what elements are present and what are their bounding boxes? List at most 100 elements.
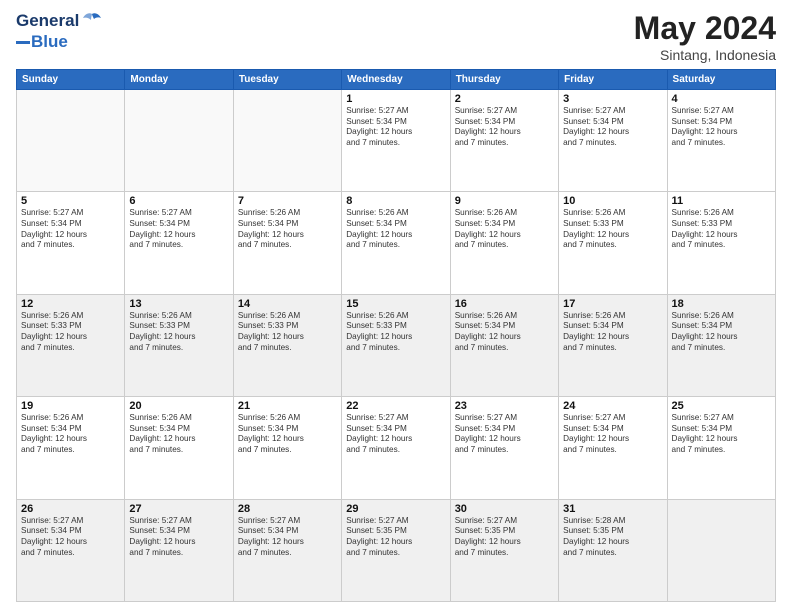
logo-bird-icon (81, 10, 103, 32)
logo-divider (16, 41, 30, 44)
day-number: 9 (455, 195, 554, 207)
day-info: Sunrise: 5:26 AM Sunset: 5:33 PM Dayligh… (346, 311, 445, 354)
day-number: 8 (346, 195, 445, 207)
calendar-cell: 9Sunrise: 5:26 AM Sunset: 5:34 PM Daylig… (450, 192, 558, 294)
day-number: 4 (672, 93, 771, 105)
weekday-header-tuesday: Tuesday (233, 70, 341, 90)
calendar-cell (17, 90, 125, 192)
day-info: Sunrise: 5:27 AM Sunset: 5:34 PM Dayligh… (21, 208, 120, 251)
day-info: Sunrise: 5:27 AM Sunset: 5:35 PM Dayligh… (455, 516, 554, 559)
weekday-header-thursday: Thursday (450, 70, 558, 90)
logo-blue: Blue (31, 32, 68, 52)
calendar-cell: 18Sunrise: 5:26 AM Sunset: 5:34 PM Dayli… (667, 294, 775, 396)
day-number: 17 (563, 298, 662, 310)
day-info: Sunrise: 5:27 AM Sunset: 5:34 PM Dayligh… (21, 516, 120, 559)
day-info: Sunrise: 5:27 AM Sunset: 5:34 PM Dayligh… (129, 516, 228, 559)
day-number: 21 (238, 400, 337, 412)
day-info: Sunrise: 5:26 AM Sunset: 5:34 PM Dayligh… (238, 208, 337, 251)
calendar-cell: 26Sunrise: 5:27 AM Sunset: 5:34 PM Dayli… (17, 499, 125, 601)
calendar-cell: 29Sunrise: 5:27 AM Sunset: 5:35 PM Dayli… (342, 499, 450, 601)
calendar-cell: 7Sunrise: 5:26 AM Sunset: 5:34 PM Daylig… (233, 192, 341, 294)
weekday-header-row: SundayMondayTuesdayWednesdayThursdayFrid… (17, 70, 776, 90)
calendar-cell: 16Sunrise: 5:26 AM Sunset: 5:34 PM Dayli… (450, 294, 558, 396)
calendar-cell: 19Sunrise: 5:26 AM Sunset: 5:34 PM Dayli… (17, 397, 125, 499)
calendar-row-2: 12Sunrise: 5:26 AM Sunset: 5:33 PM Dayli… (17, 294, 776, 396)
day-info: Sunrise: 5:27 AM Sunset: 5:35 PM Dayligh… (346, 516, 445, 559)
calendar-cell: 22Sunrise: 5:27 AM Sunset: 5:34 PM Dayli… (342, 397, 450, 499)
calendar-cell (667, 499, 775, 601)
calendar-cell: 8Sunrise: 5:26 AM Sunset: 5:34 PM Daylig… (342, 192, 450, 294)
main-title: May 2024 (634, 10, 776, 47)
day-info: Sunrise: 5:26 AM Sunset: 5:33 PM Dayligh… (21, 311, 120, 354)
calendar-cell: 5Sunrise: 5:27 AM Sunset: 5:34 PM Daylig… (17, 192, 125, 294)
calendar-cell: 20Sunrise: 5:26 AM Sunset: 5:34 PM Dayli… (125, 397, 233, 499)
title-block: May 2024 Sintang, Indonesia (634, 10, 776, 63)
day-number: 6 (129, 195, 228, 207)
calendar-cell: 14Sunrise: 5:26 AM Sunset: 5:33 PM Dayli… (233, 294, 341, 396)
calendar-row-3: 19Sunrise: 5:26 AM Sunset: 5:34 PM Dayli… (17, 397, 776, 499)
weekday-header-saturday: Saturday (667, 70, 775, 90)
day-number: 10 (563, 195, 662, 207)
calendar-cell: 17Sunrise: 5:26 AM Sunset: 5:34 PM Dayli… (559, 294, 667, 396)
calendar-cell: 21Sunrise: 5:26 AM Sunset: 5:34 PM Dayli… (233, 397, 341, 499)
weekday-header-friday: Friday (559, 70, 667, 90)
day-number: 26 (21, 503, 120, 515)
day-info: Sunrise: 5:27 AM Sunset: 5:34 PM Dayligh… (346, 413, 445, 456)
day-number: 11 (672, 195, 771, 207)
day-number: 7 (238, 195, 337, 207)
day-number: 18 (672, 298, 771, 310)
calendar-cell: 25Sunrise: 5:27 AM Sunset: 5:34 PM Dayli… (667, 397, 775, 499)
day-number: 29 (346, 503, 445, 515)
day-number: 16 (455, 298, 554, 310)
day-number: 5 (21, 195, 120, 207)
day-number: 25 (672, 400, 771, 412)
day-number: 15 (346, 298, 445, 310)
day-info: Sunrise: 5:27 AM Sunset: 5:34 PM Dayligh… (455, 106, 554, 149)
day-number: 14 (238, 298, 337, 310)
day-info: Sunrise: 5:26 AM Sunset: 5:34 PM Dayligh… (672, 311, 771, 354)
day-number: 1 (346, 93, 445, 105)
calendar-cell: 30Sunrise: 5:27 AM Sunset: 5:35 PM Dayli… (450, 499, 558, 601)
weekday-header-wednesday: Wednesday (342, 70, 450, 90)
day-info: Sunrise: 5:27 AM Sunset: 5:34 PM Dayligh… (672, 106, 771, 149)
calendar-table: SundayMondayTuesdayWednesdayThursdayFrid… (16, 69, 776, 602)
calendar-cell (233, 90, 341, 192)
calendar-cell: 31Sunrise: 5:28 AM Sunset: 5:35 PM Dayli… (559, 499, 667, 601)
day-number: 24 (563, 400, 662, 412)
day-info: Sunrise: 5:28 AM Sunset: 5:35 PM Dayligh… (563, 516, 662, 559)
day-info: Sunrise: 5:26 AM Sunset: 5:34 PM Dayligh… (346, 208, 445, 251)
calendar-cell: 2Sunrise: 5:27 AM Sunset: 5:34 PM Daylig… (450, 90, 558, 192)
day-info: Sunrise: 5:27 AM Sunset: 5:34 PM Dayligh… (672, 413, 771, 456)
calendar-cell: 28Sunrise: 5:27 AM Sunset: 5:34 PM Dayli… (233, 499, 341, 601)
day-info: Sunrise: 5:26 AM Sunset: 5:34 PM Dayligh… (563, 311, 662, 354)
day-number: 12 (21, 298, 120, 310)
day-number: 2 (455, 93, 554, 105)
day-number: 23 (455, 400, 554, 412)
calendar-cell: 6Sunrise: 5:27 AM Sunset: 5:34 PM Daylig… (125, 192, 233, 294)
day-number: 28 (238, 503, 337, 515)
calendar-cell: 27Sunrise: 5:27 AM Sunset: 5:34 PM Dayli… (125, 499, 233, 601)
day-info: Sunrise: 5:26 AM Sunset: 5:34 PM Dayligh… (455, 311, 554, 354)
calendar-cell: 3Sunrise: 5:27 AM Sunset: 5:34 PM Daylig… (559, 90, 667, 192)
day-number: 30 (455, 503, 554, 515)
day-info: Sunrise: 5:26 AM Sunset: 5:33 PM Dayligh… (672, 208, 771, 251)
calendar-cell: 15Sunrise: 5:26 AM Sunset: 5:33 PM Dayli… (342, 294, 450, 396)
day-number: 19 (21, 400, 120, 412)
day-info: Sunrise: 5:26 AM Sunset: 5:33 PM Dayligh… (238, 311, 337, 354)
calendar-cell: 23Sunrise: 5:27 AM Sunset: 5:34 PM Dayli… (450, 397, 558, 499)
calendar-cell: 1Sunrise: 5:27 AM Sunset: 5:34 PM Daylig… (342, 90, 450, 192)
calendar-cell: 12Sunrise: 5:26 AM Sunset: 5:33 PM Dayli… (17, 294, 125, 396)
day-info: Sunrise: 5:27 AM Sunset: 5:34 PM Dayligh… (238, 516, 337, 559)
weekday-header-monday: Monday (125, 70, 233, 90)
day-info: Sunrise: 5:27 AM Sunset: 5:34 PM Dayligh… (563, 413, 662, 456)
day-info: Sunrise: 5:26 AM Sunset: 5:33 PM Dayligh… (563, 208, 662, 251)
day-info: Sunrise: 5:27 AM Sunset: 5:34 PM Dayligh… (129, 208, 228, 251)
page: General Blue May 2024 Sintang, Indonesia… (0, 0, 792, 612)
day-number: 27 (129, 503, 228, 515)
calendar-row-1: 5Sunrise: 5:27 AM Sunset: 5:34 PM Daylig… (17, 192, 776, 294)
weekday-header-sunday: Sunday (17, 70, 125, 90)
calendar-cell: 11Sunrise: 5:26 AM Sunset: 5:33 PM Dayli… (667, 192, 775, 294)
calendar-row-0: 1 Sunrise: 5:27 AM Sunset: 5:34 PM Daylig… (17, 90, 776, 192)
day-info: Sunrise: 5:26 AM Sunset: 5:33 PM Dayligh… (129, 311, 228, 354)
day-info: Sunrise: 5:27 AM Sunset: 5:34 PM Dayligh… (455, 413, 554, 456)
